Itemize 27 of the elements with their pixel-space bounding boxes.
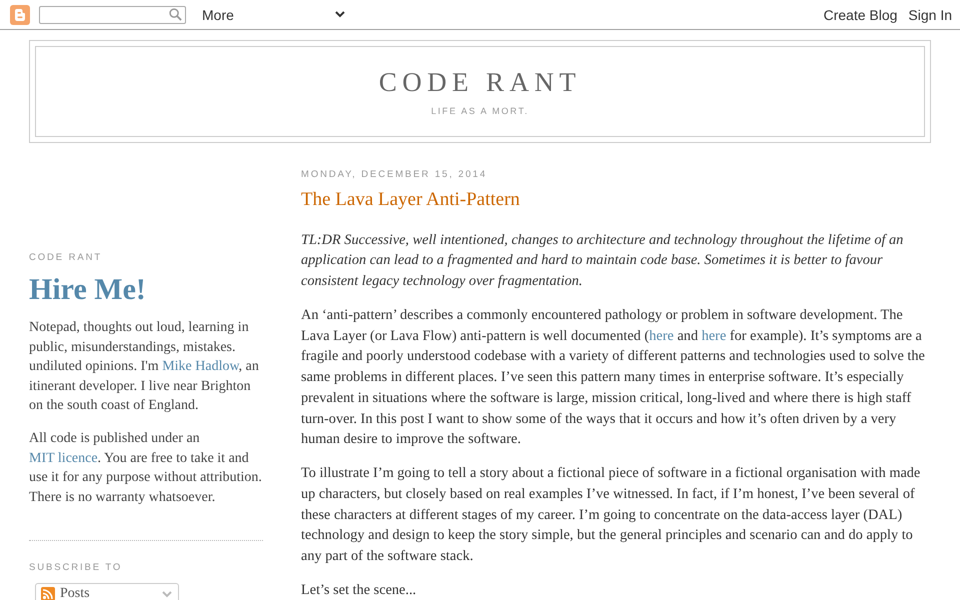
- body-paragraph: Let’s set the scene...: [301, 581, 418, 600]
- widget-heading: Hire Me!: [29, 273, 147, 307]
- widget-title: CODE RANT: [29, 252, 104, 264]
- blog-description: LIFE AS A MORT.: [431, 105, 529, 117]
- inline-link[interactable]: Mike Hadlow: [162, 359, 239, 374]
- chevron-icon: [335, 11, 345, 18]
- inline-link[interactable]: here: [649, 328, 674, 344]
- widget-paragraph: All code is published under an MIT licence. You are free to take it and use it for any purpose without attribution. There is no warranty whatsoever.: [29, 430, 263, 506]
- logo-icon[interactable]: [10, 4, 30, 24]
- chevron-icon: [162, 591, 172, 598]
- search-field[interactable]: [39, 6, 186, 24]
- inline-link[interactable]: MIT licence: [29, 450, 98, 466]
- more-menu[interactable]: More: [202, 6, 345, 24]
- widget-paragraph: Notepad, thoughts out loud, learning in public, misunderstandings, mistakes. undiluted opinions. I'm Mike Hadlow, an itinerant developer. I live near Brighton on the south coast of England.: [29, 319, 260, 415]
- search-icon[interactable]: [169, 8, 182, 21]
- post-date: MONDAY, DECEMBER 15, 2014: [301, 169, 488, 181]
- body-paragraph: To illustrate I’m going to tell a story about a fictional piece of software in a fictional organisation with made up characters, but closely based on real examples I’ve witnessed. In fact, if I’m honest, I’ve been several of these characters at different stages of my career. I’m going to concentrate on the data-access layer (DAL) technology and design to keep the story simple, but the general principles and scenario can and do apply to any part of the software stack.: [301, 464, 922, 566]
- post-title[interactable]: The Lava Layer Anti-Pattern: [301, 188, 520, 212]
- blog-title[interactable]: CODE RANT: [378, 67, 582, 97]
- subscribe-dropdown[interactable]: Posts: [35, 583, 179, 600]
- navbar-link[interactable]: Create Blog: [823, 6, 898, 24]
- summary-paragraph: TL:DR Successive, well intentioned, changes to architecture and technology throughout the lifetime of an application can lead to a fragmented and hard to maintain code base. Sometimes it is better to favour consistent legacy technology over fragmentation.: [301, 230, 904, 291]
- rss-icon: [41, 587, 55, 600]
- navbar-link[interactable]: Sign In: [908, 6, 952, 24]
- widget-title: SUBSCRIBE TO: [29, 562, 124, 574]
- inline-link[interactable]: here: [702, 328, 726, 344]
- body-paragraph: An ‘anti-pattern’ describes a commonly encountered pathology or problem in software development. The Lava Layer (or Lava Flow) anti-pattern is well documented (here and here for example). It’s symptoms are a fragile and poorly understood codebase with a variety of different patterns and technologies used to solve the same problems in different places. I’ve seen this pattern many times in enterprise software. It’s especially prevalent in situations where the software is large, mission critical, long-lived and where there is high staff turn-over. In this post I want to show some of the ways that it occurs and how it’s often driven by a very human desire to improve the software.: [301, 306, 926, 450]
